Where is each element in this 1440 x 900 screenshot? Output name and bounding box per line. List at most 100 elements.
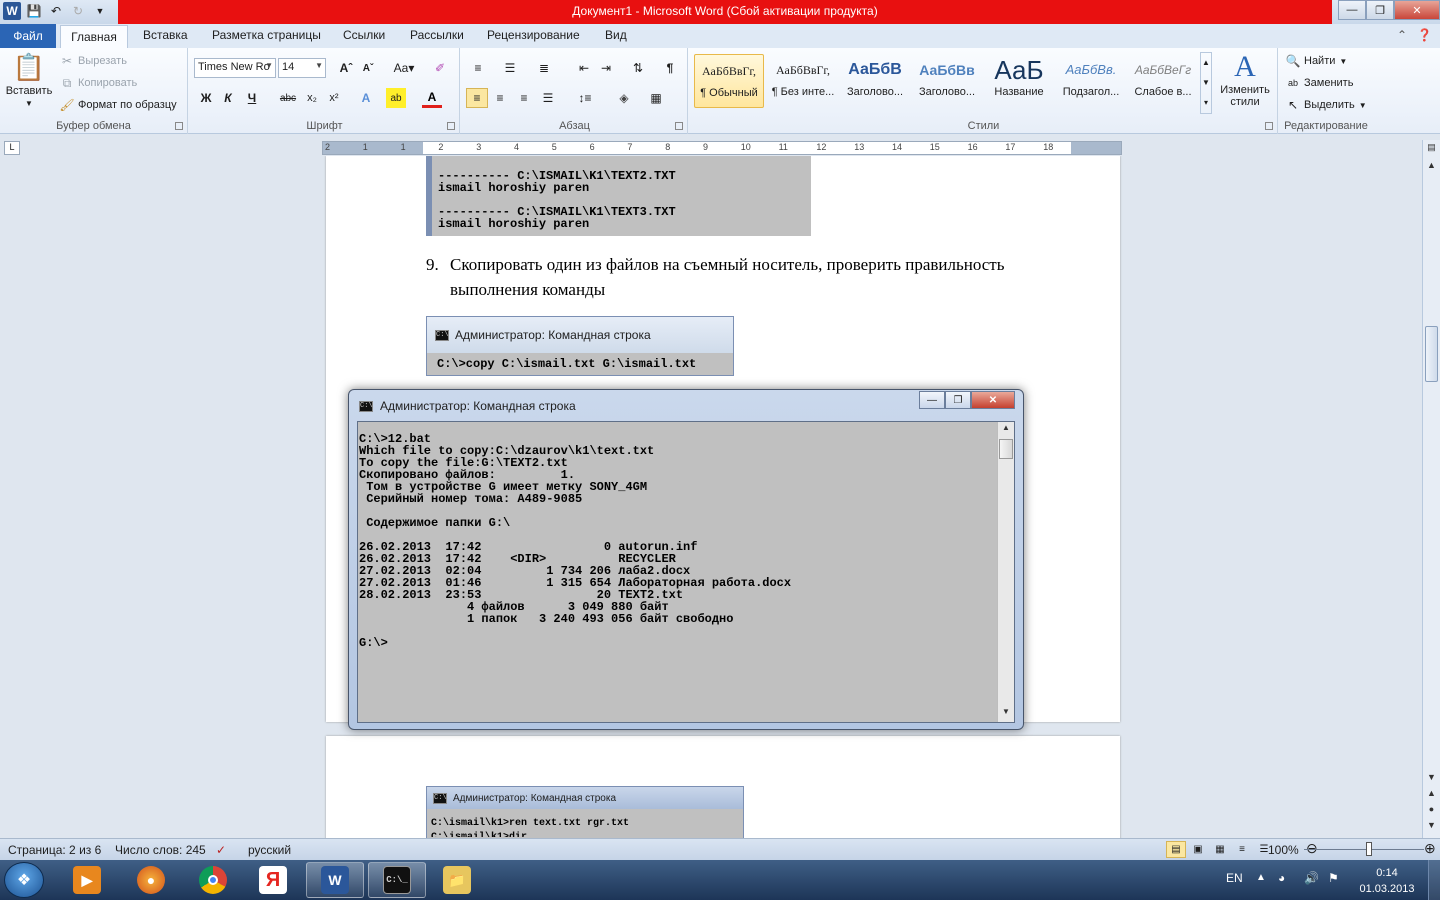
taskbar-firefox[interactable]: ● [122,862,180,898]
tab-view[interactable]: Вид [605,28,627,42]
style-no-spacing[interactable]: АаБбВвГг, ¶ Без инте... [768,54,838,108]
style-subtitle[interactable]: АаБбВв. Подзагол... [1056,54,1126,108]
font-launcher-icon[interactable] [447,122,455,130]
style-title[interactable]: АаБ Название [984,54,1054,108]
change-styles-button[interactable]: A Изменить стили [1214,50,1276,108]
paste-button[interactable]: 📋 Вставить ▼ [6,52,53,108]
zoom-level[interactable]: 100% [1268,843,1299,857]
taskbar-explorer[interactable]: 📁 [428,862,486,898]
outline-icon[interactable]: ≡ [1232,841,1252,858]
prev-page-icon[interactable]: ▲ [1425,788,1438,802]
cmd-scroll-thumb[interactable] [999,439,1013,459]
cut-button[interactable]: ✂ Вырезать [60,54,127,68]
scroll-thumb[interactable] [1425,326,1438,382]
maximize-button[interactable]: ❐ [1366,0,1394,20]
minimize-button[interactable]: — [1338,0,1366,20]
style-normal[interactable]: АаБбВвГг, ¶ Обычный [694,54,764,108]
line-spacing-icon[interactable]: ↕≡ [572,88,598,108]
clipboard-launcher-icon[interactable] [175,122,183,130]
font-color-icon[interactable]: A [422,88,442,108]
scroll-up-icon[interactable]: ▲ [999,423,1013,437]
shrink-font-icon[interactable]: Aˇ [358,58,378,78]
change-case-icon[interactable]: Aa▾ [390,58,418,78]
browse-object-icon[interactable]: ● [1425,804,1438,818]
tab-review[interactable]: Рецензирование [487,28,580,42]
undo-icon[interactable]: ↶ [47,2,65,20]
language-indicator[interactable]: русский [248,843,291,857]
style-heading-1[interactable]: АаБбВ Заголово... [840,54,910,108]
horizontal-ruler[interactable]: 2 1 1 2 3 4 5 6 7 8 9 10 11 12 13 14 15 16 17 18 [322,141,1122,155]
taskbar-yandex[interactable]: Я [244,862,302,898]
word-logo-icon[interactable]: W [3,2,21,20]
strikethrough-icon[interactable]: abc [276,88,300,108]
minimize-ribbon-icon[interactable]: ⌃ [1397,28,1407,42]
align-center-icon[interactable]: ≡ [490,88,510,108]
align-right-icon[interactable]: ≡ [514,88,534,108]
cmd-minimize-button[interactable]: — [919,391,945,409]
flag-icon[interactable]: ⚑ [1328,871,1339,885]
superscript-icon[interactable]: x² [324,88,344,108]
next-page-icon[interactable]: ▼ [1425,820,1438,834]
clock[interactable]: 0:14 01.03.2013 [1352,865,1422,897]
save-icon[interactable]: 💾 [25,2,43,20]
grow-font-icon[interactable]: Aˆ [336,58,356,78]
copy-button[interactable]: ⧉ Копировать [60,76,138,90]
tab-references[interactable]: Ссылки [343,28,385,42]
multilevel-list-icon[interactable]: ≣ [534,58,554,78]
paragraph-launcher-icon[interactable] [675,122,683,130]
pilcrow-icon[interactable]: ¶ [660,58,680,78]
vertical-scrollbar[interactable]: ▤ ▲ ▼ ▲ ● ▼ [1422,140,1440,838]
taskbar-cmd[interactable]: C:\_ [368,862,426,898]
shading-icon[interactable]: ◈ [614,88,634,108]
taskbar-chrome[interactable] [184,862,242,898]
subscript-icon[interactable]: x₂ [302,88,322,108]
highlight-icon[interactable]: ab [386,88,406,108]
decrease-indent-icon[interactable]: ⇤ [574,58,594,78]
zoom-slider-thumb[interactable] [1366,842,1372,856]
font-size-combo[interactable]: 14 ▼ [278,58,326,78]
styles-launcher-icon[interactable] [1265,122,1273,130]
justify-icon[interactable]: ☰ [538,88,558,108]
tray-expand-icon[interactable]: ▲ [1256,872,1266,883]
select-button[interactable]: ↖ Выделить ▼ [1286,98,1367,112]
taskbar-word[interactable]: W [306,862,364,898]
cmd-console[interactable]: C:\>12.bat Which file to copy:C:\dzaurov\… [357,421,1015,723]
scroll-down-icon[interactable]: ▼ [1425,772,1438,786]
close-button[interactable]: ✕ [1394,0,1440,20]
print-layout-icon[interactable]: ▤ [1166,841,1186,858]
tab-page-layout[interactable]: Разметка страницы [212,28,321,42]
tab-insert[interactable]: Вставка [143,28,188,42]
cmd-scrollbar[interactable]: ▲ ▼ [997,422,1014,722]
numbering-icon[interactable]: ☰ [500,58,520,78]
align-left-icon[interactable]: ≡ [466,88,488,108]
font-name-combo[interactable]: Times New Ro ▼ [194,58,276,78]
proofing-icon[interactable]: ✓ [216,843,226,857]
page-indicator[interactable]: Страница: 2 из 6 [8,843,101,857]
bold-icon[interactable]: Ж [196,88,216,108]
web-layout-icon[interactable]: ▦ [1210,841,1230,858]
scroll-down-icon[interactable]: ▼ [999,707,1013,721]
tab-mailings[interactable]: Рассылки [410,28,464,42]
cmd-maximize-button[interactable]: ❐ [945,391,971,409]
text-effects-icon[interactable]: A [356,88,376,108]
redo-icon[interactable]: ↻ [69,2,87,20]
bullets-icon[interactable]: ≡ [468,58,488,78]
styles-scroll[interactable]: ▲ ▼ ▾ [1200,52,1212,114]
command-prompt-window[interactable]: C:\ Администратор: Командная строка — ❐ … [348,389,1024,730]
help-icon[interactable]: ❓ [1417,28,1432,42]
tab-home[interactable]: Главная [60,25,128,49]
zoom-slider[interactable] [1304,849,1424,850]
page[interactable]: C:\ Администратор: Командная строка C:\i… [326,736,1120,838]
ruler-toggle-icon[interactable]: ▤ [1425,142,1438,156]
borders-icon[interactable]: ▦ [646,88,666,108]
tab-selector[interactable]: L [4,141,20,155]
style-subtle-emphasis[interactable]: АаБбВеГг Слабое в... [1128,54,1198,108]
taskbar-media-player[interactable]: ▶ [58,862,116,898]
increase-indent-icon[interactable]: ⇥ [596,58,616,78]
style-heading-2[interactable]: АаБбВв Заголово... [912,54,982,108]
sort-icon[interactable]: ⇅ [628,58,648,78]
zoom-in-icon[interactable]: ⊕ [1424,840,1436,857]
underline-icon[interactable]: Ч [242,88,262,108]
show-desktop-button[interactable] [1428,860,1440,900]
customize-qat-icon[interactable]: ▼ [91,2,109,20]
